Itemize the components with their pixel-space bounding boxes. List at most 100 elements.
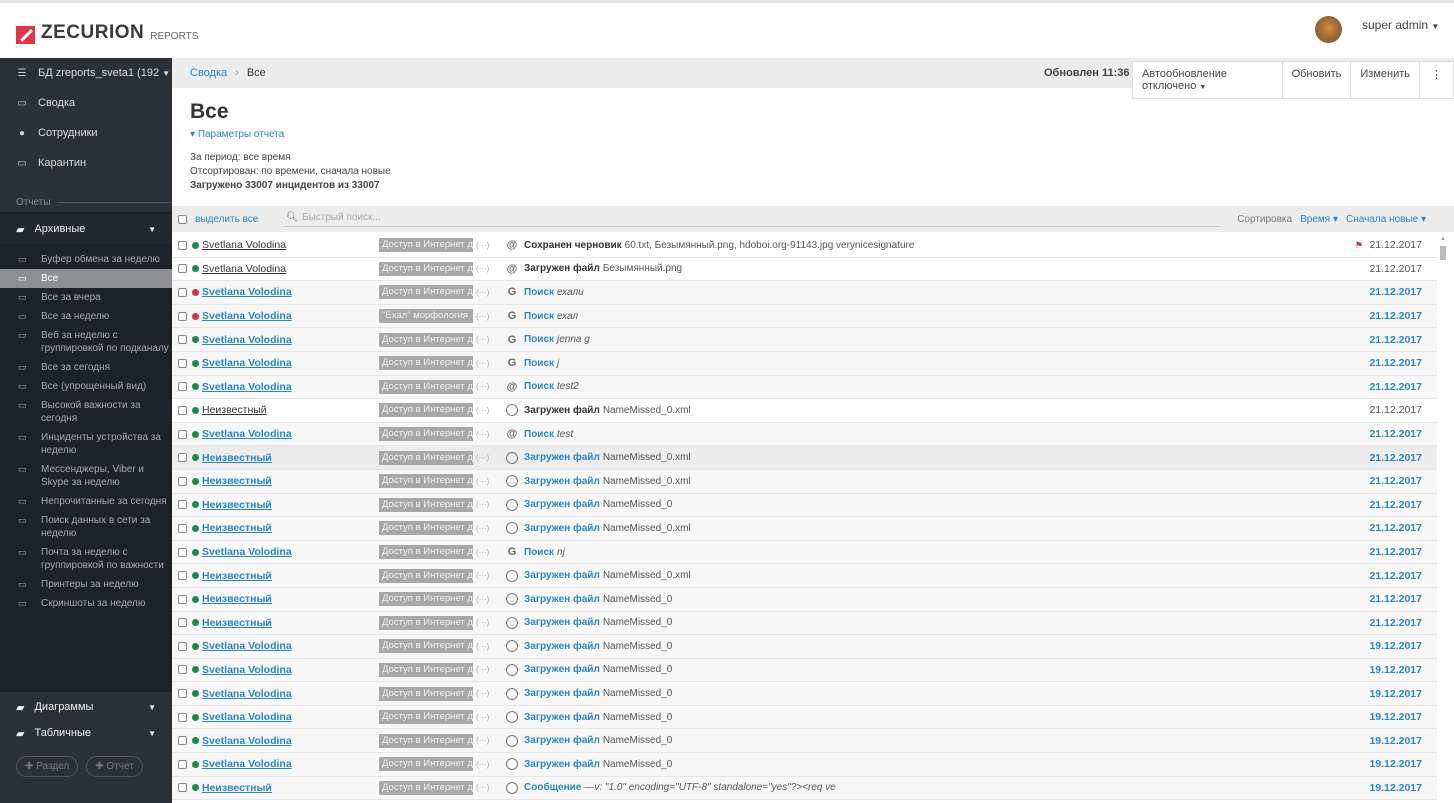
employee-link[interactable]: Svetlana Volodina [202,688,292,700]
row-checkbox[interactable] [178,429,187,439]
employee-link[interactable]: Svetlana Volodina [202,334,292,346]
row-checkbox[interactable] [178,641,187,651]
scrollbar-thumb[interactable] [1440,246,1446,260]
more-policies-icon[interactable]: (···) [476,406,489,415]
sidebar-item-employees[interactable]: ● Сотрудники [0,118,172,148]
sidebar-report-item[interactable]: ▭ Все (упрощенный вид) [0,377,172,396]
breadcrumb-summary-link[interactable]: Сводка [190,67,227,79]
incident-description[interactable]: Загружен файл NameMissed_0 [524,664,672,675]
more-policies-icon[interactable]: (···) [476,713,489,722]
folder-archive[interactable]: ▰ Архивные ▼ [0,214,172,244]
more-policies-icon[interactable]: (···) [476,689,489,698]
table-row[interactable]: Svetlana Volodina Доступ в Интернет д (···… [172,422,1437,447]
table-row[interactable]: Svetlana Volodina Доступ в Интернет д (···… [172,635,1437,659]
more-policies-icon[interactable]: (···) [476,736,489,745]
more-policies-icon[interactable]: (···) [476,264,489,273]
incident-description[interactable]: Загружен файл NameMissed_0 [524,499,672,510]
employee-link[interactable]: Неизвестный [202,570,272,582]
employee-link[interactable]: Неизвестный [202,404,267,416]
employee-link[interactable]: Неизвестный [202,522,272,534]
table-row[interactable]: Svetlana Volodina Доступ в Интернет д (···… [172,705,1437,730]
table-row[interactable]: Svetlana Volodina Доступ в Интернет д (···… [172,540,1437,565]
employee-link[interactable]: Svetlana Volodina [202,758,292,770]
incident-description[interactable]: Загружен файл NameMissed_0 [524,712,672,723]
add-section-button[interactable]: ✚ Раздел [16,756,79,777]
employee-link[interactable]: Svetlana Volodina [202,239,286,251]
table-row[interactable]: Svetlana Volodina Доступ в Интернет д (···… [172,658,1437,683]
select-all-checkbox[interactable] [178,214,187,224]
incident-description[interactable]: Поиск j [524,358,559,369]
more-policies-icon[interactable]: (···) [476,642,489,651]
table-row[interactable]: Svetlana Volodina "Ехал" морфология (···) G… [172,304,1437,329]
incident-description[interactable]: Загружен файл NameMissed_0.xml [524,570,691,581]
incident-description[interactable]: Загружен файл Безымянный.png [524,263,682,274]
row-checkbox[interactable] [178,736,187,746]
employee-link[interactable]: Неизвестный [202,782,272,794]
sidebar-report-item[interactable]: ▭ Мессенджеры, Viber и Skype за неделю [0,460,172,492]
more-policies-icon[interactable]: (···) [476,430,489,439]
table-row[interactable]: Svetlana Volodina Доступ в Интернет д (···… [172,351,1437,376]
employee-link[interactable]: Svetlana Volodina [202,546,292,558]
table-row[interactable]: Svetlana Volodina Доступ в Интернет д (···… [172,257,1437,282]
row-checkbox[interactable] [178,523,187,533]
row-checkbox[interactable] [178,547,187,557]
table-row[interactable]: Неизвестный Доступ в Интернет д (···) Загру… [172,469,1437,494]
employee-link[interactable]: Svetlana Volodina [202,664,292,676]
row-checkbox[interactable] [178,500,187,510]
incident-description[interactable]: Поиск test2 [524,381,579,392]
more-policies-icon[interactable]: (···) [476,312,489,321]
scrollbar[interactable]: ▲ [1438,236,1448,803]
sidebar-report-item[interactable]: ▭ Скриншоты за неделю [0,594,172,613]
sidebar-report-item[interactable]: ▭ Инциденты устройства за неделю [0,428,172,460]
row-checkbox[interactable] [178,358,187,368]
incident-description[interactable]: Загружен файл NameMissed_0 [524,594,672,605]
table-row[interactable]: Неизвестный Доступ в Интернет д (···) Загру… [172,564,1437,588]
employee-link[interactable]: Svetlana Volodina [202,428,292,440]
table-row[interactable]: Неизвестный Доступ в Интернет д (···) Загру… [172,446,1437,470]
row-checkbox[interactable] [178,311,187,321]
folder-tables[interactable]: ▰ Табличные ▼ [0,718,172,748]
more-policies-icon[interactable]: (···) [476,783,489,792]
employee-link[interactable]: Svetlana Volodina [202,640,292,652]
report-params-toggle[interactable]: ▾ Параметры отчета [190,129,284,140]
row-checkbox[interactable] [178,712,187,722]
row-checkbox[interactable] [178,665,187,675]
row-checkbox[interactable] [178,382,187,392]
incident-description[interactable]: Загружен файл NameMissed_0 [524,617,672,628]
incident-description[interactable]: Загружен файл NameMissed_0 [524,641,672,652]
more-policies-icon[interactable]: (···) [476,665,489,674]
employee-link[interactable]: Неизвестный [202,593,272,605]
incident-description[interactable]: Загружен файл NameMissed_0 [524,688,672,699]
more-policies-icon[interactable]: (···) [476,382,489,391]
sidebar-item-quarantine[interactable]: ▭ Карантин [0,148,172,178]
incident-description[interactable]: Поиск test [524,429,573,440]
more-policies-icon[interactable]: (···) [476,571,489,580]
row-checkbox[interactable] [178,689,187,699]
incident-description[interactable]: Поиск ехали [524,287,584,298]
row-checkbox[interactable] [178,759,187,769]
employee-link[interactable]: Svetlana Volodina [202,381,292,393]
sidebar-report-item[interactable]: ▭ Веб за неделю с группировкой по подкана… [0,326,172,358]
more-policies-icon[interactable]: (···) [476,477,489,486]
incident-description[interactable]: Поиск jenna g [524,334,590,345]
incident-description[interactable]: Сообщение —v: "1.0" encoding="UTF-8" stan… [524,782,836,793]
employee-link[interactable]: Неизвестный [202,452,272,464]
sidebar-report-item[interactable]: ▭ Все [0,269,172,288]
incident-description[interactable]: Загружен файл NameMissed_0 [524,759,672,770]
row-checkbox[interactable] [178,405,187,415]
table-row[interactable]: Svetlana Volodina Доступ в Интернет д (···… [172,682,1437,706]
row-checkbox[interactable] [178,335,187,345]
table-row[interactable]: Svetlana Volodina Доступ в Интернет д (···… [172,234,1437,258]
row-checkbox[interactable] [178,618,187,628]
table-row[interactable]: Неизвестный Доступ в Интернет д (···) Загру… [172,611,1437,636]
employee-link[interactable]: Svetlana Volodina [202,357,292,369]
sidebar-report-item[interactable]: ▭ Все за сегодня [0,358,172,377]
table-row[interactable]: Svetlana Volodina Доступ в Интернет д (···… [172,281,1437,305]
table-row[interactable]: Svetlana Volodina Доступ в Интернет д (···… [172,753,1437,777]
more-policies-icon[interactable]: (···) [476,548,489,557]
table-row[interactable]: Неизвестный Доступ в Интернет д (···) Загру… [172,587,1437,612]
incident-description[interactable]: Загружен файл NameMissed_0.xml [524,452,691,463]
sidebar-report-item[interactable]: ▭ Почта за неделю с группировкой по важно… [0,543,172,575]
more-policies-icon[interactable]: (···) [476,618,489,627]
employee-link[interactable]: Svetlana Volodina [202,711,292,723]
